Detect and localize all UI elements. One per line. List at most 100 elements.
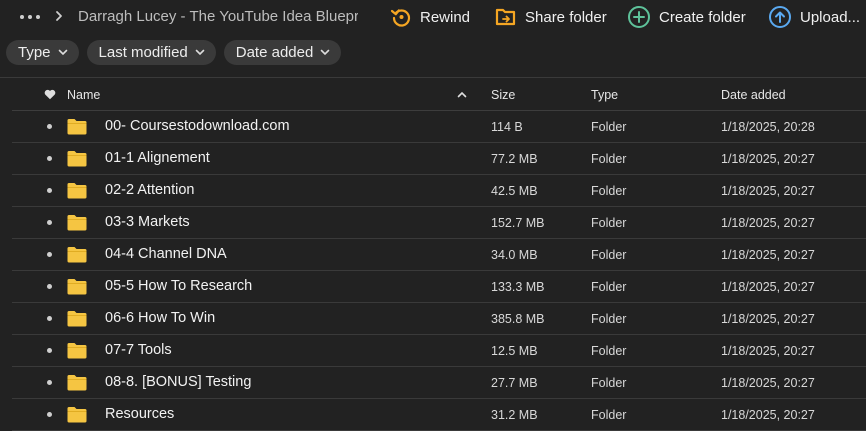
filter-type[interactable]: Type	[6, 40, 79, 65]
row-type: Folder	[591, 344, 627, 358]
column-header-size[interactable]: Size	[491, 88, 515, 102]
row-select-dot[interactable]	[47, 412, 52, 417]
filter-date-added[interactable]: Date added	[223, 40, 342, 65]
row-date-added: 1/18/2025, 20:27	[721, 376, 815, 390]
more-options-icon[interactable]	[20, 9, 40, 25]
row-select-dot[interactable]	[47, 316, 52, 321]
row-type: Folder	[591, 248, 627, 262]
column-header-type[interactable]: Type	[591, 88, 618, 102]
sort-ascending-icon[interactable]	[457, 91, 467, 98]
create-folder-label: Create folder	[659, 8, 746, 26]
row-select-dot[interactable]	[47, 220, 52, 225]
filter-last-modified[interactable]: Last modified	[86, 40, 216, 65]
folder-icon	[67, 343, 87, 359]
row-date-added: 1/18/2025, 20:27	[721, 216, 815, 230]
row-name[interactable]: 06-6 How To Win	[105, 310, 215, 326]
row-size: 31.2 MB	[491, 408, 538, 422]
row-type: Folder	[591, 376, 627, 390]
row-size: 12.5 MB	[491, 344, 538, 358]
table-body: 00- Coursestodownload.com 114 B Folder 1/18…	[12, 111, 866, 431]
table-row[interactable]: Resources 31.2 MB Folder 1/18/2025, 20:27	[12, 399, 866, 431]
table-row[interactable]: 02-2 Attention 42.5 MB Folder 1/18/2025, 20…	[12, 175, 866, 207]
row-date-added: 1/18/2025, 20:27	[721, 184, 815, 198]
row-date-added: 1/18/2025, 20:27	[721, 280, 815, 294]
row-date-added: 1/18/2025, 20:27	[721, 312, 815, 326]
folder-icon	[67, 151, 87, 167]
table-row[interactable]: 04-4 Channel DNA 34.0 MB Folder 1/18/2025, …	[12, 239, 866, 271]
row-type: Folder	[591, 152, 627, 166]
row-select-dot[interactable]	[47, 348, 52, 353]
table-row[interactable]: 03-3 Markets 152.7 MB Folder 1/18/2025, 20:…	[12, 207, 866, 239]
row-date-added: 1/18/2025, 20:27	[721, 248, 815, 262]
row-select-dot[interactable]	[47, 252, 52, 257]
create-folder-button[interactable]: Create folder	[627, 4, 746, 30]
share-folder-button[interactable]: Share folder	[495, 4, 607, 30]
row-size: 77.2 MB	[491, 152, 538, 166]
folder-icon	[67, 279, 87, 295]
row-name[interactable]: 07-7 Tools	[105, 342, 172, 358]
share-folder-label: Share folder	[525, 8, 607, 26]
row-size: 34.0 MB	[491, 248, 538, 262]
folder-icon	[67, 183, 87, 199]
row-date-added: 1/18/2025, 20:28	[721, 120, 815, 134]
folder-icon	[67, 247, 87, 263]
row-type: Folder	[591, 120, 627, 134]
folder-icon	[67, 311, 87, 327]
table-row[interactable]: 01-1 Alignement 77.2 MB Folder 1/18/2025, 2…	[12, 143, 866, 175]
table-row[interactable]: 05-5 How To Research 133.3 MB Folder 1/18/2…	[12, 271, 866, 303]
row-select-dot[interactable]	[47, 380, 52, 385]
table-row[interactable]: 00- Coursestodownload.com 114 B Folder 1/18…	[12, 111, 866, 143]
upload-label: Upload...	[800, 8, 861, 26]
filter-bar: Type Last modified Date added	[6, 40, 342, 65]
row-date-added: 1/18/2025, 20:27	[721, 408, 815, 422]
row-select-dot[interactable]	[47, 284, 52, 289]
table-row[interactable]: 08-8. [BONUS] Testing 27.7 MB Folder 1/18/2…	[12, 367, 866, 399]
row-size: 114 B	[491, 120, 523, 134]
upload-button[interactable]: Upload...	[768, 4, 860, 30]
row-date-added: 1/18/2025, 20:27	[721, 344, 815, 358]
row-size: 385.8 MB	[491, 312, 545, 326]
add-circle-icon	[628, 6, 650, 28]
column-header-date-added[interactable]: Date added	[721, 88, 786, 102]
folder-icon	[67, 215, 87, 231]
row-select-dot[interactable]	[47, 188, 52, 193]
row-name[interactable]: 08-8. [BONUS] Testing	[105, 374, 251, 390]
favorite-heart-icon[interactable]	[44, 89, 56, 100]
chevron-down-icon	[58, 49, 67, 56]
row-type: Folder	[591, 280, 627, 294]
filter-last-modified-label: Last modified	[98, 44, 188, 61]
row-name[interactable]: 04-4 Channel DNA	[105, 246, 227, 262]
row-name[interactable]: 01-1 Alignement	[105, 150, 210, 166]
folder-icon	[67, 407, 87, 423]
row-type: Folder	[591, 216, 627, 230]
filter-date-added-label: Date added	[235, 44, 314, 61]
row-type: Folder	[591, 408, 627, 422]
row-name[interactable]: Resources	[105, 406, 174, 422]
row-size: 133.3 MB	[491, 280, 545, 294]
chevron-right-icon	[56, 11, 62, 21]
upload-icon	[769, 6, 791, 28]
row-select-dot[interactable]	[47, 124, 52, 129]
row-date-added: 1/18/2025, 20:27	[721, 152, 815, 166]
row-select-dot[interactable]	[47, 156, 52, 161]
breadcrumb-current-folder[interactable]: Darragh Lucey - The YouTube Idea Bluepri…	[78, 8, 358, 25]
row-name[interactable]: 05-5 How To Research	[105, 278, 252, 294]
row-size: 27.7 MB	[491, 376, 538, 390]
row-type: Folder	[591, 184, 627, 198]
rewind-label: Rewind	[420, 8, 471, 26]
toolbar: Darragh Lucey - The YouTube Idea Bluepri…	[0, 0, 866, 34]
column-header-name[interactable]: Name	[67, 88, 100, 102]
table-header: Name Size Type Date added	[12, 78, 866, 111]
file-table: Name Size Type Date added 00- Coursestod…	[12, 78, 866, 431]
table-row[interactable]: 06-6 How To Win 385.8 MB Folder 1/18/2025, …	[12, 303, 866, 335]
row-name[interactable]: 00- Coursestodownload.com	[105, 118, 290, 134]
folder-icon	[67, 119, 87, 135]
row-name[interactable]: 03-3 Markets	[105, 214, 190, 230]
filter-type-label: Type	[18, 44, 51, 61]
table-row[interactable]: 07-7 Tools 12.5 MB Folder 1/18/2025, 20:27	[12, 335, 866, 367]
share-folder-icon	[495, 8, 516, 26]
row-name[interactable]: 02-2 Attention	[105, 182, 195, 198]
row-size: 152.7 MB	[491, 216, 545, 230]
row-type: Folder	[591, 312, 627, 326]
rewind-button[interactable]: Rewind	[390, 4, 470, 30]
